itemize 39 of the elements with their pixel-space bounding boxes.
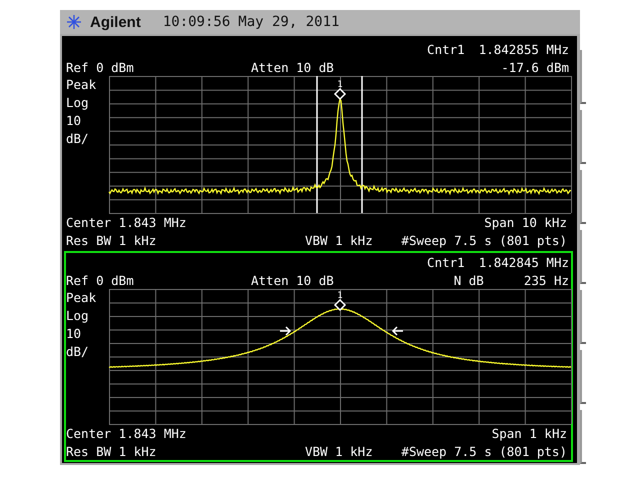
brand-name: Agilent	[90, 14, 141, 30]
sweep-setting: #Sweep 7.5 s (801 pts)	[401, 444, 567, 458]
marker-number: 1	[337, 291, 343, 301]
attenuation: Atten 10 dB	[251, 272, 335, 288]
scale-label: 10	[66, 112, 82, 130]
ndb-arrow-icon	[279, 326, 292, 336]
marker-icon	[334, 298, 346, 312]
center-frequency: Center 1.843 MHz	[66, 426, 186, 440]
scale-label: Log	[66, 94, 90, 112]
marker-number: 1	[337, 80, 343, 90]
marker-name: Cntr1	[427, 42, 465, 56]
scale-label: Peak	[66, 289, 98, 307]
sweep-setting: #Sweep 7.5 s (801 pts)	[401, 232, 567, 248]
marker-name: Cntr1	[427, 254, 465, 270]
resolution-bandwidth: Res BW 1 kHz	[66, 444, 156, 458]
marker-frequency: 1.842855 MHz	[478, 42, 569, 56]
marker-readout: -17.6 dBm	[501, 60, 569, 74]
marker-icon	[334, 88, 346, 100]
scale-label: Log	[66, 307, 90, 325]
scale-label: dB/	[66, 343, 90, 361]
reference-level: Ref 0 dBm	[66, 272, 135, 288]
resolution-bandwidth: Res BW 1 kHz	[66, 232, 156, 248]
reference-level: Ref 0 dBm	[66, 60, 135, 74]
marker-readout: 235 Hz	[524, 272, 569, 288]
video-bandwidth: VBW 1 kHz	[305, 232, 373, 248]
scale-label: 10	[66, 325, 82, 343]
clock-time: 10:09:56	[162, 14, 230, 30]
marker-frequency: 1.842845 MHz	[478, 254, 569, 270]
span-setting: Span 1 kHz	[492, 426, 567, 440]
marker-readout: N dB	[454, 272, 484, 288]
ndb-arrow-icon	[392, 326, 404, 336]
spark-logo-icon	[66, 14, 82, 30]
scale-label: Peak	[66, 76, 98, 94]
span-setting: Span 10 kHz	[484, 214, 567, 230]
clock-date: May 29, 2011	[238, 14, 340, 30]
attenuation: Atten 10 dB	[251, 60, 335, 74]
scale-label: dB/	[66, 130, 90, 148]
center-frequency: Center 1.843 MHz	[66, 214, 186, 230]
video-bandwidth: VBW 1 kHz	[305, 444, 373, 458]
